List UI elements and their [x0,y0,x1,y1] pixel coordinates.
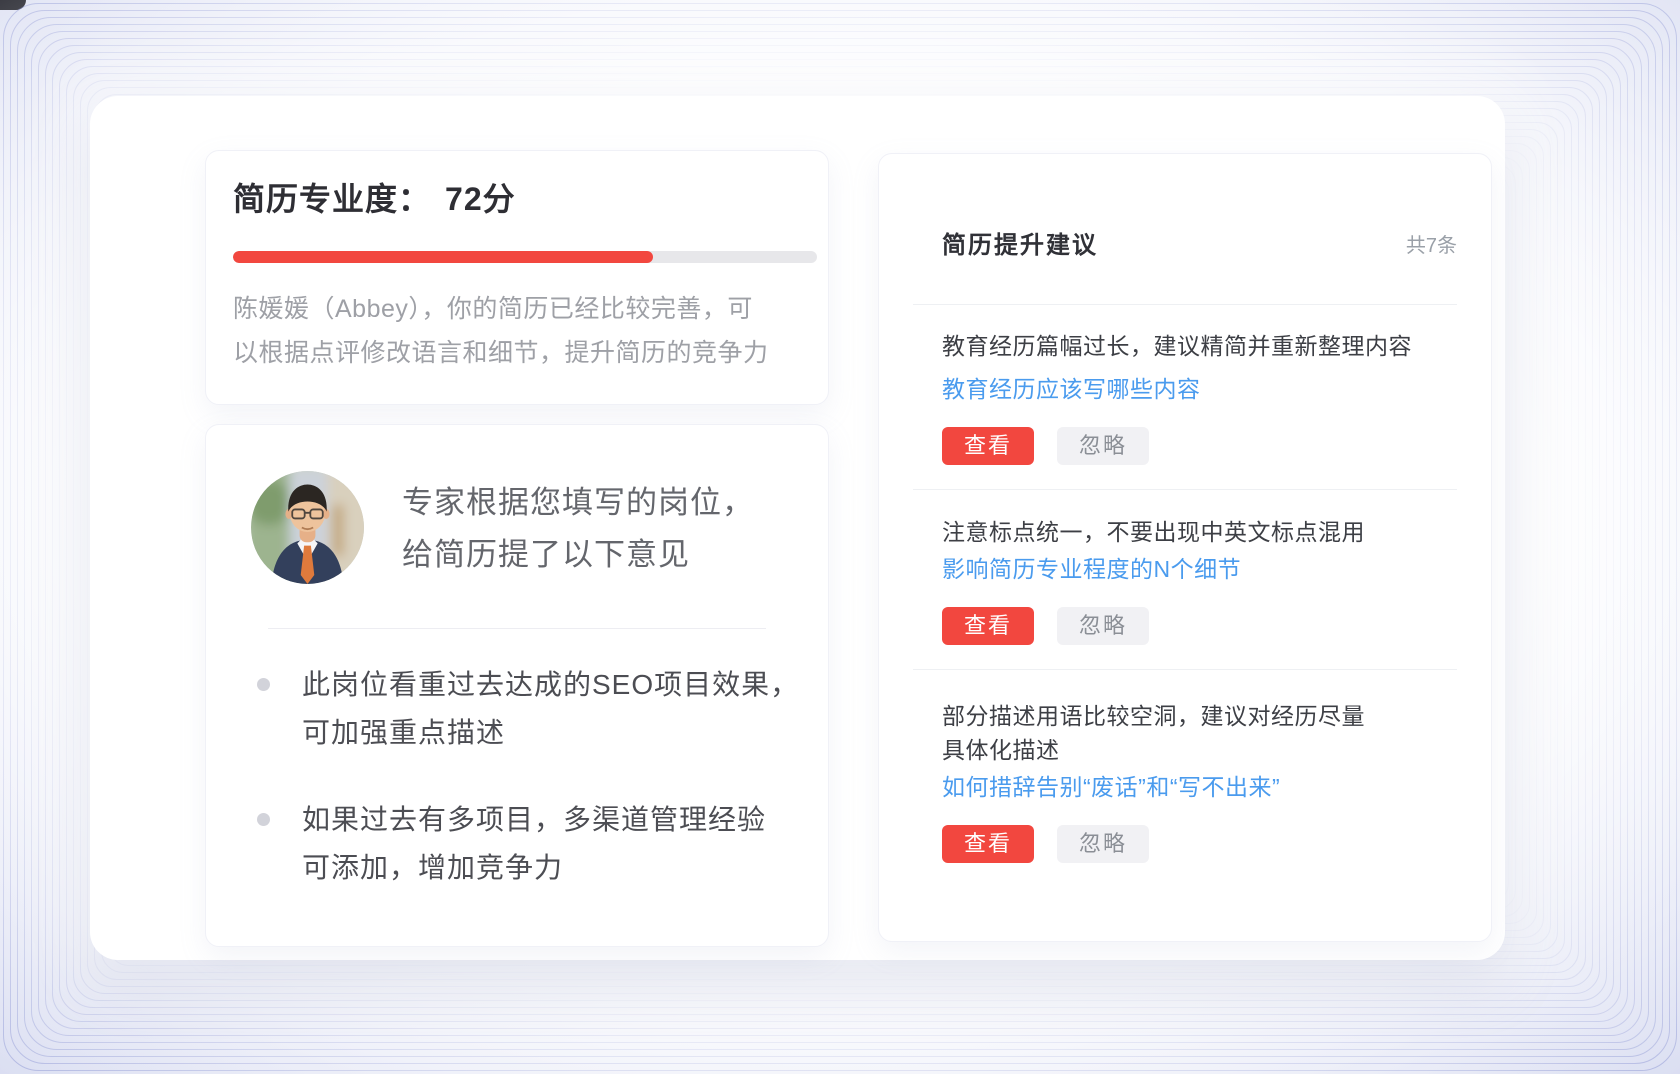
suggestion-title: 注意标点统一，不要出现中英文标点混用 [942,515,1461,549]
view-button[interactable]: 查看 [942,427,1034,465]
ignore-button[interactable]: 忽略 [1057,427,1149,465]
list-item: 此岗位看重过去达成的SEO项目效果， 可加强重点描述 [257,661,800,757]
score-title: 简历专业度： 72分 [233,177,516,221]
expert-divider [268,628,766,629]
expert-avatar-illustration [251,471,364,584]
view-button[interactable]: 查看 [942,825,1034,863]
score-description: 陈媛媛（Abbey），你的简历已经比较完善，可 以根据点评修改语言和细节，提升简… [233,287,813,375]
progress-bar [233,251,817,263]
suggestions-title: 简历提升建议 [942,232,1098,259]
suggestion-link[interactable]: 如何措辞告别“废话”和“写不出来” [942,770,1461,804]
expert-avatar [251,471,364,584]
suggestion-link[interactable]: 教育经历应该写哪些内容 [942,372,1461,406]
bullet-dot-icon [257,678,270,691]
expert-card: 专家根据您填写的岗位， 给简历提了以下意见 此岗位看重过去达成的SEO项目效果，… [205,424,829,947]
divider [913,304,1457,305]
suggestions-count-badge: 共7条 [1406,230,1457,262]
score-title-label: 简历专业度： [233,181,431,217]
ignore-button[interactable]: 忽略 [1057,607,1149,645]
main-panel: 简历专业度： 72分 陈媛媛（Abbey），你的简历已经比较完善，可 以根据点评修… [90,96,1505,960]
bullet-text: 如果过去有多项目，多渠道管理经验 可添加，增加竞争力 [302,796,800,892]
expert-bullet-list: 此岗位看重过去达成的SEO项目效果， 可加强重点描述 如果过去有多项目，多渠道管… [257,661,800,931]
score-card: 简历专业度： 72分 陈媛媛（Abbey），你的简历已经比较完善，可 以根据点评修… [205,150,829,405]
list-item: 如果过去有多项目，多渠道管理经验 可添加，增加竞争力 [257,796,800,892]
expert-intro-text: 专家根据您填写的岗位， 给简历提了以下意见 [402,477,754,581]
ignore-button[interactable]: 忽略 [1057,825,1149,863]
view-button[interactable]: 查看 [942,607,1034,645]
bullet-text: 此岗位看重过去达成的SEO项目效果， 可加强重点描述 [302,661,800,757]
suggestions-card: 共7条 简历提升建议 教育经历篇幅过长，建议精简并重新整理内容 教育经历应该写哪… [878,153,1492,942]
score-value: 72分 [445,181,516,217]
bullet-dot-icon [257,813,270,826]
corner-accent [0,0,26,10]
progress-fill [233,251,653,263]
suggestion-title: 部分描述用语比较空洞，建议对经历尽量 具体化描述 [942,699,1461,767]
divider [913,669,1457,670]
divider [913,489,1457,490]
suggestions-header: 共7条 简历提升建议 [942,230,1457,265]
suggestion-title: 教育经历篇幅过长，建议精简并重新整理内容 [942,329,1461,363]
suggestion-link[interactable]: 影响简历专业程度的N个细节 [942,552,1461,586]
